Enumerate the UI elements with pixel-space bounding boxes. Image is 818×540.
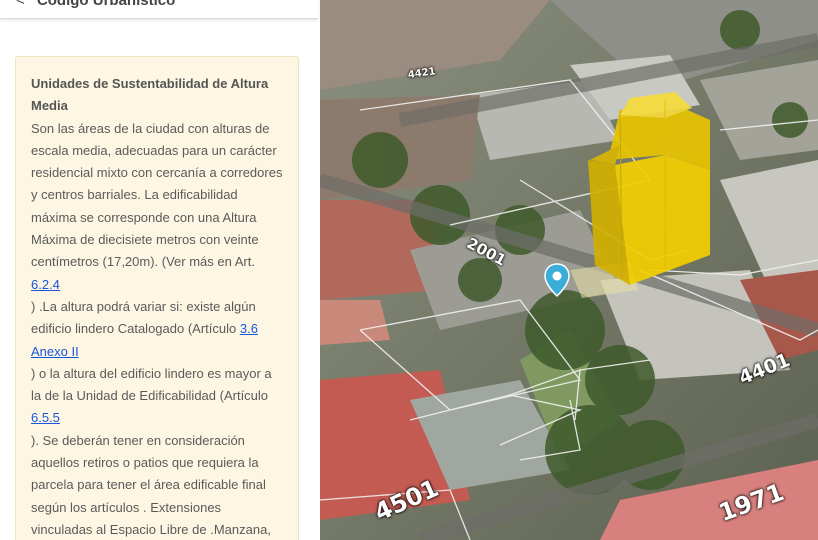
map-view[interactable]: 2001 4401 4501 1971 4421 — [320, 0, 818, 540]
article-link-6-5-5[interactable]: 6.5.5 — [31, 407, 285, 429]
card-text-3: ) o la altura del edificio lindero es ma… — [31, 365, 272, 404]
back-button[interactable]: < Código Urbanístico — [16, 0, 175, 10]
panel-header: < Código Urbanístico — [0, 0, 318, 19]
article-link-6-2-4[interactable]: 6.2.4 — [31, 274, 285, 296]
card-text-4: ). Se deberán tener en consideración aqu… — [31, 432, 271, 537]
side-panel: < Código Urbanístico Unidades de Sustent… — [0, 0, 320, 540]
location-pin-icon[interactable] — [544, 263, 570, 297]
info-card: Unidades de Sustentabilidad de Altura Me… — [15, 56, 299, 540]
card-text-2: ) .La altura podrá variar si: existe alg… — [31, 298, 256, 337]
card-title: Unidades de Sustentabilidad de Altura Me… — [31, 76, 269, 114]
card-text-1: Son las áreas de la ciudad con alturas d… — [31, 120, 283, 270]
panel-title: Código Urbanístico — [36, 0, 176, 9]
back-arrow-icon: < — [16, 0, 25, 9]
info-card-content: Unidades de Sustentabilidad de Altura Me… — [31, 73, 285, 540]
